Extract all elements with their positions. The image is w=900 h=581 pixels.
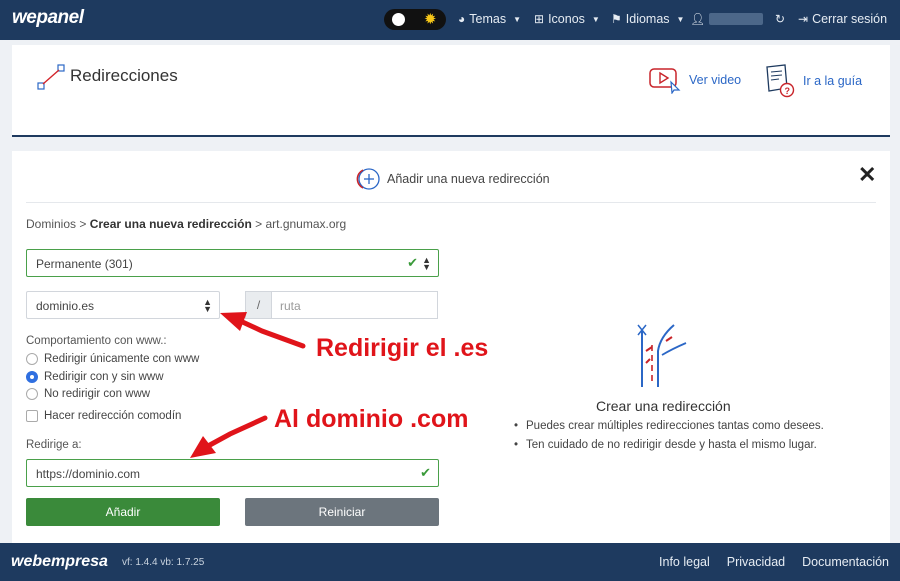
breadcrumb-current: Crear una nueva redirección xyxy=(89,217,252,231)
page-title: Redirecciones xyxy=(70,66,178,85)
radio-circle xyxy=(26,353,38,365)
header-card: Redirecciones Ver video ? Ir a la guía xyxy=(12,45,890,137)
target-url-value: https://dominio.com xyxy=(36,467,141,481)
languages-menu[interactable]: ⚑ Idiomas ▼ xyxy=(611,12,684,26)
icons-menu[interactable]: ⊞ Iconos ▼ xyxy=(534,12,600,26)
add-circle-icon xyxy=(356,168,380,190)
wepanel-logo[interactable]: wepanel xyxy=(12,7,84,29)
footer: webempresa vf: 1.4.4 vb: 1.7.25 Info leg… xyxy=(0,543,900,581)
documentation-link[interactable]: Documentación xyxy=(802,555,889,569)
source-domain-select[interactable]: dominio.es ▲ ▼ xyxy=(26,291,220,319)
logout-label: Cerrar sesión xyxy=(812,12,888,26)
logout-button[interactable]: ⇥ Cerrar sesión xyxy=(798,12,887,26)
languages-label: Idiomas xyxy=(625,12,670,26)
wildcard-label: Hacer redirección comodín xyxy=(44,410,182,422)
username-redacted xyxy=(709,13,764,25)
breadcrumb-root[interactable]: Dominios xyxy=(26,217,76,231)
redirect-type-value: Permanente (301) xyxy=(36,257,133,271)
list-item: Ten cuidado de no redirigir desde y hast… xyxy=(512,439,824,451)
radio-label: No redirigir con www xyxy=(44,388,151,400)
version-info: vf: 1.4.4 vb: 1.7.25 xyxy=(122,557,205,568)
add-redirect-heading[interactable]: Añadir una nueva redirección xyxy=(355,167,550,191)
footer-links: Info legal Privacidad Documentación xyxy=(659,555,889,569)
tips-list: Puedes crear múltiples redirecciones tan… xyxy=(512,420,824,458)
refresh-button[interactable]: ↻ xyxy=(775,12,785,26)
breadcrumb-domain: art.gnumax.org xyxy=(265,217,347,231)
check-icon: ✔ xyxy=(420,465,431,480)
guide-icon: ? xyxy=(766,64,795,98)
flag-icon: ⚑ xyxy=(611,12,622,26)
icons-label: Iconos xyxy=(548,12,585,26)
toggle-knob xyxy=(392,13,405,26)
radio-label: Redirigir únicamente con www xyxy=(44,353,200,365)
redirect-illustration-icon xyxy=(637,324,687,387)
themes-menu[interactable]: ◕ Temas ▼ xyxy=(458,12,521,26)
top-navbar: wepanel ✹ ◕ Temas ▼ ⊞ Iconos ▼ ⚑ Idiomas… xyxy=(0,0,900,40)
grid-icon: ⊞ xyxy=(534,12,545,26)
source-domain-value: dominio.es xyxy=(36,299,95,313)
logout-icon: ⇥ xyxy=(798,12,809,26)
add-redirect-heading-label: Añadir una nueva redirección xyxy=(387,172,550,186)
redirect-to-label: Redirige a: xyxy=(26,439,82,451)
user-menu[interactable]: 👤︎ xyxy=(690,12,764,26)
themes-label: Temas xyxy=(469,12,507,26)
guide-link[interactable]: ? Ir a la guía xyxy=(763,64,862,98)
path-prefix: / xyxy=(245,291,272,319)
breadcrumb-separator: > xyxy=(79,217,87,231)
path-input[interactable]: ruta xyxy=(271,291,438,319)
www-behavior-label: Comportamiento con www.: xyxy=(26,335,167,347)
radio-circle-selected xyxy=(26,371,38,383)
caret-down-icon: ▼ xyxy=(591,14,600,24)
annotation-to-com: Al dominio .com xyxy=(274,405,469,433)
user-icon: 👤︎ xyxy=(690,12,706,26)
annotation-redirect-es: Redirigir el .es xyxy=(316,334,489,362)
radio-label: Redirigir con y sin www xyxy=(44,371,164,383)
reset-button[interactable]: Reiniciar xyxy=(245,498,439,526)
radio-circle xyxy=(26,388,38,400)
webempresa-logo[interactable]: webempresa xyxy=(11,553,108,571)
close-icon[interactable]: ✕ xyxy=(858,164,876,186)
sun-icon: ✹ xyxy=(424,11,437,28)
radio-no-www[interactable]: No redirigir con www xyxy=(26,388,150,400)
refresh-icon: ↻ xyxy=(775,12,786,26)
palette-icon: ◕ xyxy=(458,12,466,26)
video-link[interactable]: Ver video xyxy=(649,66,741,94)
divider xyxy=(26,202,876,203)
redirect-type-select[interactable]: Permanente (301) ✔ ▲ ▼ xyxy=(26,249,439,277)
radio-www-only[interactable]: Redirigir únicamente con www xyxy=(26,353,199,365)
breadcrumb-separator: > xyxy=(255,217,263,231)
wildcard-checkbox[interactable]: Hacer redirección comodín xyxy=(26,410,181,422)
redirect-icon xyxy=(37,64,65,90)
radio-with-and-without-www[interactable]: Redirigir con y sin www xyxy=(26,371,164,383)
side-title: Crear una redirección xyxy=(596,398,731,414)
caret-down-icon: ▼ xyxy=(676,14,685,24)
breadcrumb: Dominios > Crear una nueva redirección >… xyxy=(26,217,346,231)
video-icon xyxy=(649,68,681,94)
svg-text:?: ? xyxy=(785,86,791,96)
legal-info-link[interactable]: Info legal xyxy=(659,555,710,569)
check-icon: ✔ xyxy=(407,255,418,270)
sort-arrows-icon: ▲ ▼ xyxy=(203,297,212,314)
target-url-input[interactable]: https://dominio.com ✔ xyxy=(26,459,439,487)
guide-link-label: Ir a la guía xyxy=(803,74,863,88)
add-button[interactable]: Añadir xyxy=(26,498,220,526)
checkbox-box xyxy=(26,410,38,422)
caret-down-icon: ▼ xyxy=(513,14,521,24)
privacy-link[interactable]: Privacidad xyxy=(727,555,785,569)
video-link-label: Ver video xyxy=(689,73,742,87)
list-item: Puedes crear múltiples redirecciones tan… xyxy=(512,420,824,432)
sort-arrows-icon: ▲ ▼ xyxy=(422,255,431,272)
dark-mode-toggle[interactable]: ✹ xyxy=(384,9,446,30)
